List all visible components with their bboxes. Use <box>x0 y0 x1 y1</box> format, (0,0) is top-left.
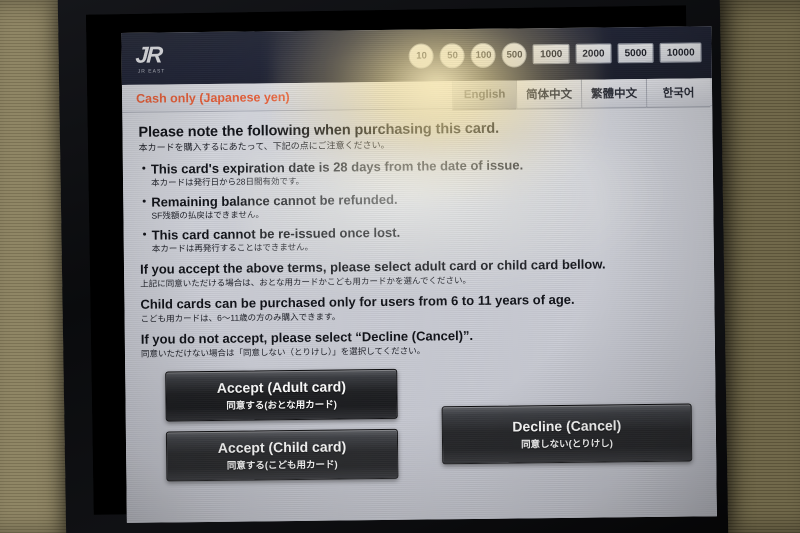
accept-child-card-button[interactable]: Accept (Child card) 同意する(こども用カード) <box>165 429 399 482</box>
instruction-child-age: Child cards can be purchased only for us… <box>140 292 698 325</box>
coin-denomination: 100 <box>470 42 497 68</box>
bill-denomination: 10000 <box>659 42 702 63</box>
button-label-jp: 同意する(こども用カード) <box>226 459 338 472</box>
bezel-inner: JR JR EAST 10 50 100 500 1000 2000 5000 … <box>85 5 717 523</box>
coin-denomination: 500 <box>501 41 528 68</box>
bill-denomination: 2000 <box>575 43 612 64</box>
jr-logo-mark: JR <box>134 40 162 68</box>
accepted-denominations: 10 50 100 500 1000 2000 5000 10000 <box>408 40 702 69</box>
touchscreen[interactable]: JR JR EAST 10 50 100 500 1000 2000 5000 … <box>121 26 717 523</box>
cash-only-label: Cash only (Japanese yen) <box>136 89 290 106</box>
jr-logo-sublabel: JR EAST <box>137 67 166 75</box>
ticket-machine-bezel: JR JR EAST 10 50 100 500 1000 2000 5000 … <box>57 0 729 533</box>
tab-korean[interactable]: 한국어 <box>645 78 711 109</box>
tab-english[interactable]: English <box>451 80 517 111</box>
list-item: Remaining balance cannot be refunded. SF… <box>139 190 697 222</box>
photo-scene: JR JR EAST 10 50 100 500 1000 2000 5000 … <box>0 0 800 533</box>
button-label-jp: 同意しない(とりけし) <box>521 438 614 451</box>
header-bar: JR JR EAST 10 50 100 500 1000 2000 5000 … <box>121 26 712 85</box>
coin-denomination: 10 <box>408 42 435 69</box>
bill-denomination: 1000 <box>532 43 570 65</box>
button-label-jp: 同意する(おとな用カード) <box>226 399 337 412</box>
instruction-accept: If you accept the above terms, please se… <box>140 257 698 290</box>
bill-denomination: 5000 <box>617 42 654 64</box>
button-label-en: Accept (Child card) <box>217 437 347 456</box>
language-tabs[interactable]: English 简体中文 繁體中文 한국어 <box>451 78 711 111</box>
action-buttons: Accept (Adult card) 同意する(おとな用カード) Accept… <box>141 364 700 495</box>
tab-simplified-chinese[interactable]: 简体中文 <box>515 79 582 110</box>
accept-adult-card-button[interactable]: Accept (Adult card) 同意する(おとな用カード) <box>165 369 398 422</box>
list-item: This card's expiration date is 28 days f… <box>139 157 697 189</box>
instruction-decline: If you do not accept, please select “Dec… <box>141 327 699 360</box>
screen-body: Please note the following when purchasin… <box>122 106 717 523</box>
decline-cancel-button[interactable]: Decline (Cancel) 同意しない(とりけし) <box>441 403 693 465</box>
notes-list: This card's expiration date is 28 days f… <box>139 157 698 255</box>
tab-traditional-chinese[interactable]: 繁體中文 <box>580 79 647 109</box>
button-label-en: Accept (Adult card) <box>216 377 347 396</box>
list-item: This card cannot be re-issued once lost.… <box>140 223 698 255</box>
coin-denomination: 50 <box>439 42 466 68</box>
jr-logo: JR JR EAST <box>134 40 166 75</box>
button-label-en: Decline (Cancel) <box>512 416 622 435</box>
